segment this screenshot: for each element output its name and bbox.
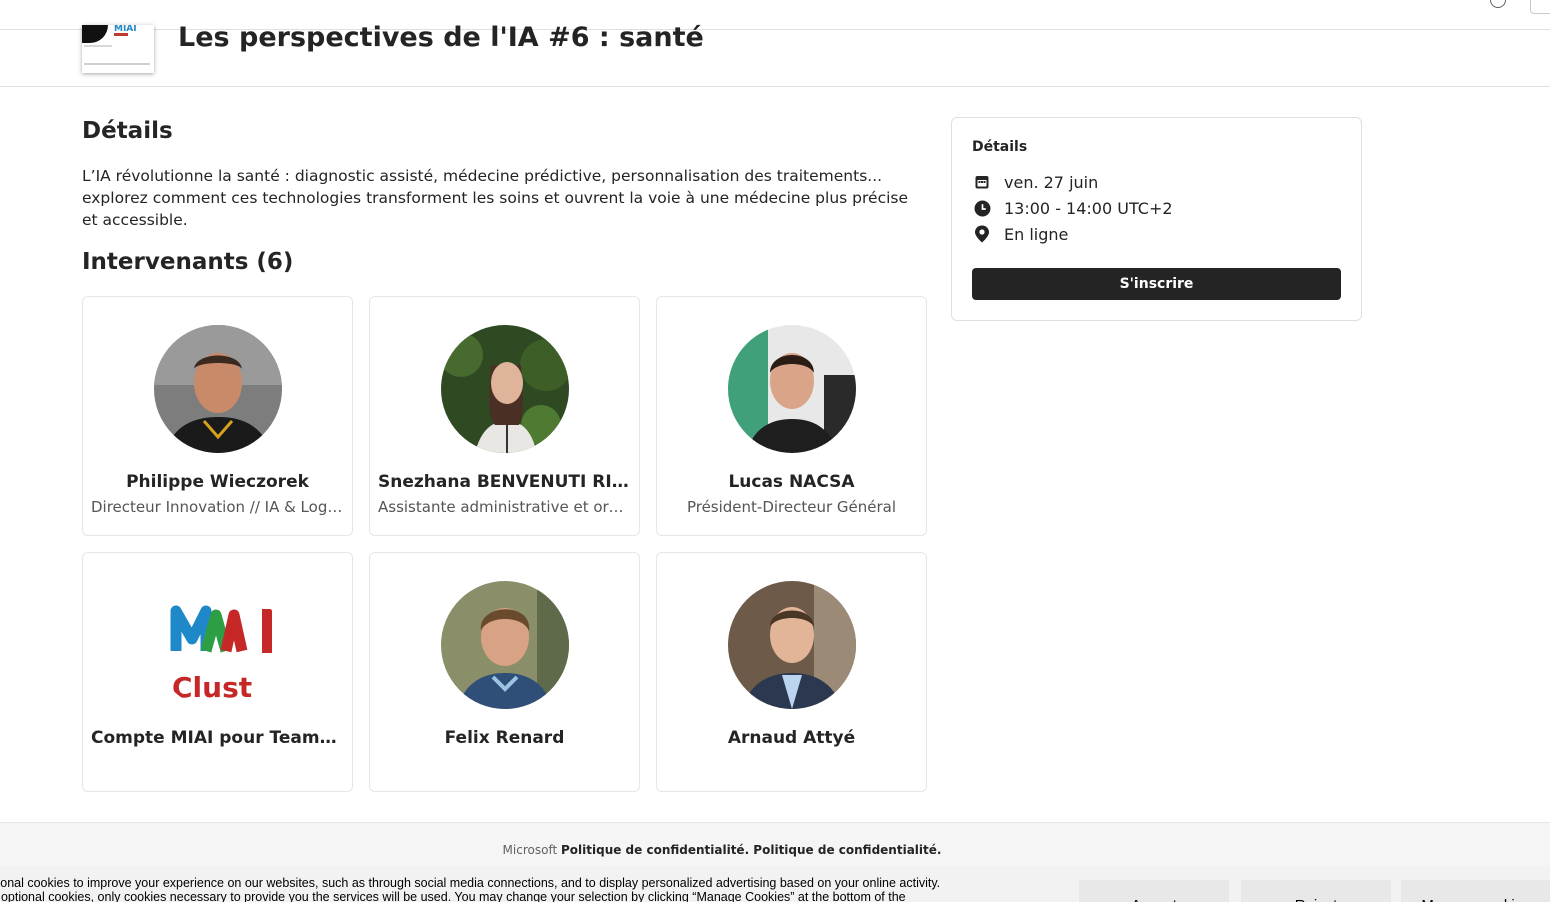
event-date-row: ven. 27 juin [972,170,1098,194]
speaker-photo [728,325,856,453]
speaker-name: Snezhana BENVENUTI RIZZO [378,472,631,492]
speaker-role: Président-Directeur Général [686,498,897,516]
clock-icon [972,198,992,218]
privacy-line: Microsoft Politique de confidentialité. … [0,843,1444,857]
event-time: 13:00 - 14:00 UTC+2 [1004,198,1173,218]
logo-subtext: Clust [172,671,252,704]
speaker-role: Assistante administrative et organisatio… [378,498,631,516]
privacy-link[interactable]: Politique de confidentialité. Politique … [561,843,941,857]
account-button[interactable] [1530,0,1550,14]
footer-brand: Microsoft [502,843,558,857]
event-location-row: En ligne [972,222,1068,246]
event-thumbnail: MIAI [82,25,154,73]
cookie-text: tional cookies to improve your experienc… [0,876,941,902]
speaker-name: Felix Renard [444,728,565,748]
speaker-card[interactable]: Felix Renard [369,552,640,792]
speakers-heading: Intervenants (6) [82,249,294,275]
reject-cookies-button[interactable]: Reject [1241,880,1391,902]
speaker-name: Arnaud Attyé [727,728,856,748]
miai-logo: Clust [154,581,282,709]
speaker-card[interactable]: Snezhana BENVENUTI RIZZO Assistante admi… [369,296,640,536]
speaker-name: Lucas NACSA [728,472,855,492]
event-header: MIAI Les perspectives de l'IA #6 : santé [0,22,1550,87]
location-pin-icon [972,224,992,244]
speaker-role: Directeur Innovation // IA & Logiciel [91,498,344,516]
page-title: Les perspectives de l'IA #6 : santé [178,22,704,53]
event-location: En ligne [1004,224,1069,244]
accept-cookies-button[interactable]: Accept [1079,880,1229,902]
speaker-photo [154,325,282,453]
cookie-banner: tional cookies to improve your experienc… [0,866,1550,902]
speaker-name: Compte MIAI pour Teams Live [91,728,344,748]
speaker-photo [441,325,569,453]
speaker-photo [441,581,569,709]
help-icon[interactable] [1490,0,1506,8]
speaker-photo [728,581,856,709]
register-button[interactable]: S'inscrire [972,268,1341,300]
calendar-icon [972,172,992,192]
speaker-name: Philippe Wieczorek [126,472,309,492]
event-date: ven. 27 juin [1004,172,1099,192]
event-details-panel: Détails ven. 27 juin 13:00 - 14:00 UTC+2… [951,117,1362,321]
manage-cookies-button[interactable]: Manage cookies [1401,880,1550,902]
details-panel-title: Détails [972,139,1028,155]
speaker-card[interactable]: Clust Compte MIAI pour Teams Live [82,552,353,792]
speaker-card[interactable]: Lucas NACSA Président-Directeur Général [656,296,927,536]
event-time-row: 13:00 - 14:00 UTC+2 [972,196,1173,220]
event-description: L’IA révolutionne la santé : diagnostic … [82,167,909,229]
speaker-card[interactable]: Arnaud Attyé [656,552,927,792]
speaker-card[interactable]: Philippe Wieczorek Directeur Innovation … [82,296,353,536]
details-heading: Détails [82,118,173,144]
